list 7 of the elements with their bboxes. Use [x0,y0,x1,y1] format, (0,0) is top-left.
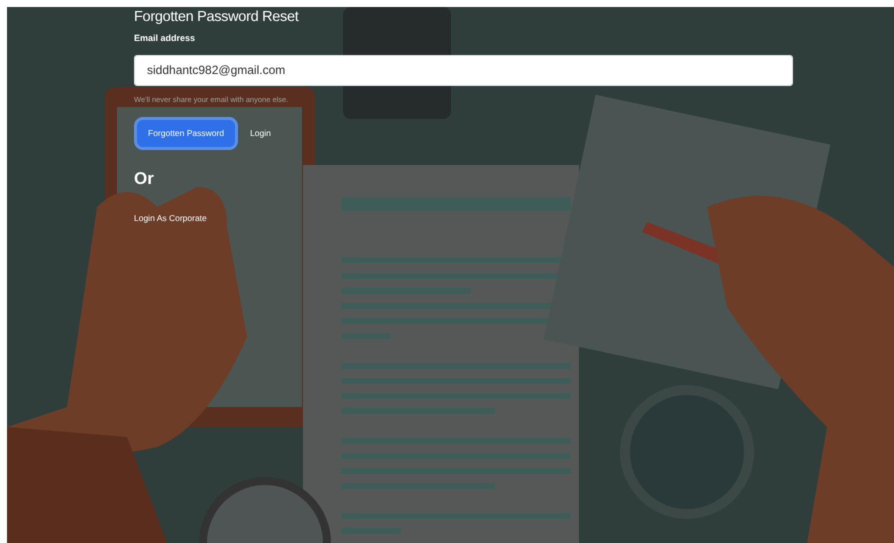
form-title: Forgotten Password Reset [134,9,300,26]
corporate-login-link[interactable]: Login As Corporate [134,213,207,224]
or-separator: Or [134,168,155,190]
login-link[interactable]: Login [238,120,283,147]
email-label: Email address [134,32,196,46]
email-field[interactable]: siddhantc982@gmail.com [134,54,793,86]
forgotten-password-button[interactable]: Forgotten Password [134,117,238,150]
